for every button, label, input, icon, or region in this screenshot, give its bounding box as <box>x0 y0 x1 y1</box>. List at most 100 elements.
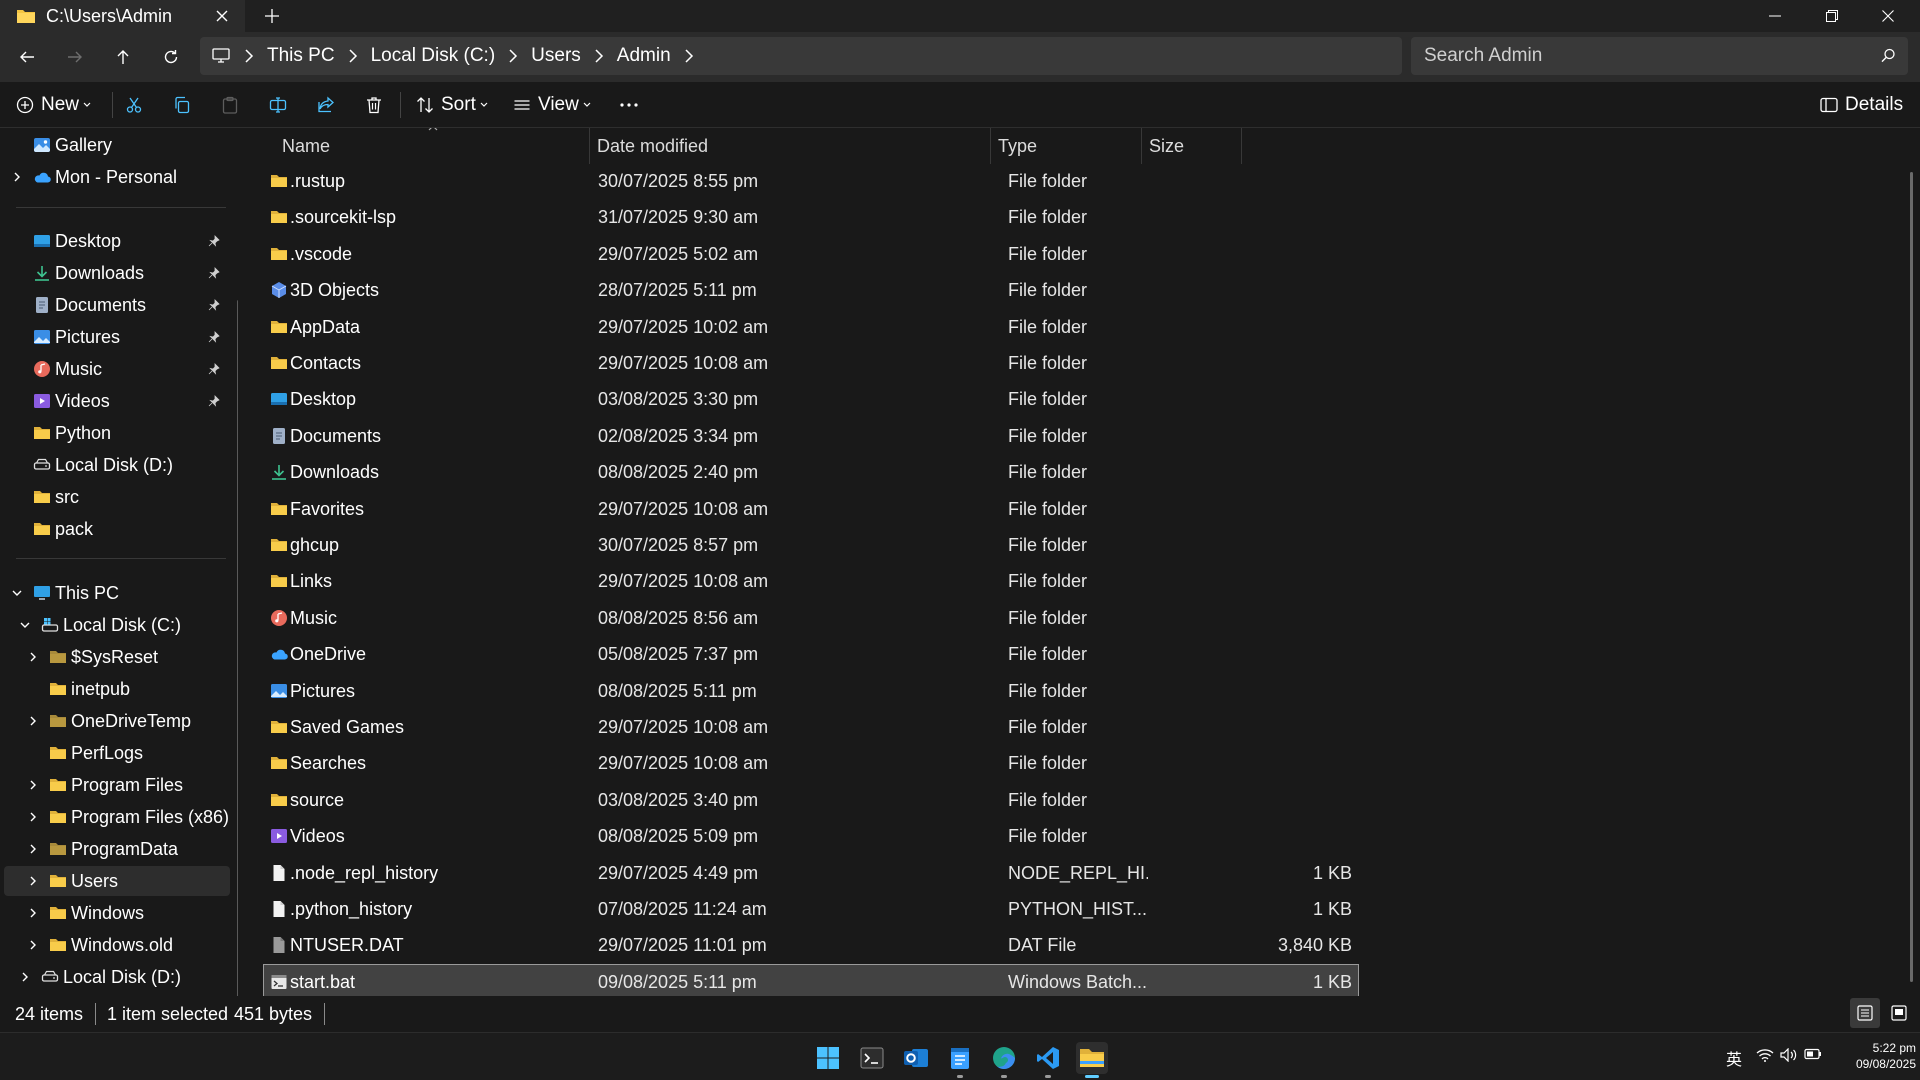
sidebar-item-programdata[interactable]: ProgramData <box>4 834 230 864</box>
sidebar-item-downloads[interactable]: Downloads <box>4 258 230 288</box>
search-input[interactable] <box>1424 45 1864 67</box>
chevron-right-icon[interactable] <box>506 49 520 63</box>
table-row[interactable]: .vscode 29/07/2025 5:02 am File folder <box>264 237 1358 271</box>
sidebar-item-pack[interactable]: pack <box>4 514 230 544</box>
share-button[interactable] <box>317 94 335 116</box>
copy-button[interactable] <box>173 94 191 116</box>
close-tab-icon[interactable] <box>213 7 231 25</box>
sort-button[interactable]: Sort <box>416 94 488 116</box>
table-row[interactable]: ghcup 30/07/2025 8:57 pm File folder <box>264 528 1358 562</box>
file-list-scrollbar[interactable] <box>1910 172 1913 982</box>
column-size[interactable]: Size <box>1143 128 1242 164</box>
up-button[interactable] <box>111 45 135 69</box>
details-pane-button[interactable]: Details <box>1820 94 1907 116</box>
volume-icon[interactable] <box>1780 1048 1798 1062</box>
column-date-modified[interactable]: Date modified <box>591 128 991 164</box>
sidebar-item-desktop[interactable]: Desktop <box>4 226 230 256</box>
start-button[interactable] <box>812 1042 844 1074</box>
table-row[interactable]: Searches 29/07/2025 10:08 am File folder <box>264 746 1358 780</box>
refresh-button[interactable] <box>159 45 183 69</box>
sidebar-item-users[interactable]: Users <box>4 866 230 896</box>
chevron-right-icon[interactable] <box>27 811 39 823</box>
table-row[interactable]: Links 29/07/2025 10:08 am File folder <box>264 564 1358 598</box>
address-bar[interactable]: This PC Local Disk (C:) Users Admin <box>200 37 1402 75</box>
file-list[interactable]: Name Date modified Type Size .rustup 30/0… <box>250 128 1920 996</box>
chevron-right-icon[interactable] <box>27 651 39 663</box>
close-window-button[interactable] <box>1866 4 1910 28</box>
table-row[interactable]: Documents 02/08/2025 3:34 pm File folder <box>264 419 1358 453</box>
table-row[interactable]: AppData 29/07/2025 10:02 am File folder <box>264 310 1358 344</box>
sidebar-item-perflogs[interactable]: PerfLogs <box>4 738 230 768</box>
restore-button[interactable] <box>1810 4 1854 28</box>
breadcrumb-admin[interactable]: Admin <box>617 45 671 67</box>
table-row[interactable]: .node_repl_history 29/07/2025 4:49 pm NODE… <box>264 856 1358 890</box>
pin-icon[interactable] <box>208 235 220 247</box>
table-row[interactable]: Saved Games 29/07/2025 10:08 am File folde… <box>264 710 1358 744</box>
chevron-right-icon[interactable] <box>592 49 606 63</box>
table-row[interactable]: .sourcekit-lsp 31/07/2025 9:30 am File fol… <box>264 200 1358 234</box>
delete-button[interactable] <box>365 94 383 116</box>
sidebar-item-documents[interactable]: Documents <box>4 290 230 320</box>
navigation-pane[interactable]: Gallery Mon - Personal Desktop Downloads… <box>0 128 238 996</box>
tab-admin[interactable]: C:\Users\Admin <box>0 0 245 32</box>
chevron-down-icon[interactable] <box>19 619 31 631</box>
sidebar-item-python[interactable]: Python <box>4 418 230 448</box>
column-type[interactable]: Type <box>992 128 1142 164</box>
pin-icon[interactable] <box>208 299 220 311</box>
table-row[interactable]: Videos 08/08/2025 5:09 pm File folder <box>264 819 1358 853</box>
sidebar-item-local-disk-d-quick[interactable]: Local Disk (D:) <box>4 450 230 480</box>
pin-icon[interactable] <box>208 363 220 375</box>
sidebar-item-program-files[interactable]: Program Files <box>4 770 230 800</box>
table-row[interactable]: start.bat 09/08/2025 5:11 pm Windows Batch… <box>263 964 1359 996</box>
details-view-button[interactable] <box>1850 998 1880 1028</box>
notepad-app-icon[interactable] <box>944 1042 976 1078</box>
table-row[interactable]: OneDrive 05/08/2025 7:37 pm File folder <box>264 637 1358 671</box>
battery-icon[interactable] <box>1804 1048 1822 1060</box>
pin-icon[interactable] <box>208 331 220 343</box>
table-row[interactable]: .rustup 30/07/2025 8:55 pm File folder <box>264 164 1358 198</box>
rename-button[interactable] <box>269 94 287 116</box>
table-row[interactable]: NTUSER.DAT 29/07/2025 11:01 pm DAT File 3,8… <box>264 928 1358 962</box>
sidebar-item-this-pc[interactable]: This PC <box>4 578 230 608</box>
table-row[interactable]: 3D Objects 28/07/2025 5:11 pm File folder <box>264 273 1358 307</box>
breadcrumb-local-disk-c[interactable]: Local Disk (C:) <box>371 45 496 67</box>
table-row[interactable]: Favorites 29/07/2025 10:08 am File folder <box>264 492 1358 526</box>
new-button[interactable]: New <box>16 94 91 116</box>
file-explorer-app-icon[interactable] <box>1076 1042 1108 1078</box>
breadcrumb-this-pc[interactable]: This PC <box>267 45 335 67</box>
table-row[interactable]: Music 08/08/2025 8:56 am File folder <box>264 601 1358 635</box>
chevron-right-icon[interactable] <box>27 779 39 791</box>
input-method-indicator[interactable]: 英 <box>1726 1046 1742 1070</box>
chevron-right-icon[interactable] <box>682 49 696 63</box>
pin-icon[interactable] <box>208 395 220 407</box>
chevron-right-icon[interactable] <box>11 171 23 183</box>
table-row[interactable]: source 03/08/2025 3:40 pm File folder <box>264 783 1358 817</box>
sidebar-item-sysreset[interactable]: $SysReset <box>4 642 230 672</box>
sidebar-item-program-files-x86[interactable]: Program Files (x86) <box>4 802 230 832</box>
clock[interactable]: 5:22 pm 09/08/2025 <box>1830 1040 1916 1072</box>
search-icon[interactable] <box>1881 48 1896 63</box>
chevron-right-icon[interactable] <box>19 971 31 983</box>
sidebar-item-local-disk-d[interactable]: Local Disk (D:) <box>4 962 230 992</box>
cut-button[interactable] <box>125 94 143 116</box>
chevron-right-icon[interactable] <box>27 875 39 887</box>
sidebar-item-onedrivetemp[interactable]: OneDriveTemp <box>4 706 230 736</box>
view-button[interactable]: View <box>513 94 591 116</box>
chevron-right-icon[interactable] <box>27 939 39 951</box>
forward-button[interactable] <box>63 45 87 69</box>
sidebar-item-local-disk-c[interactable]: Local Disk (C:) <box>4 610 230 640</box>
chevron-down-icon[interactable] <box>11 587 23 599</box>
sidebar-item-onedrive-personal[interactable]: Mon - Personal <box>4 162 230 192</box>
wifi-icon[interactable] <box>1756 1048 1774 1062</box>
sidebar-item-videos[interactable]: Videos <box>4 386 230 416</box>
sidebar-item-music[interactable]: Music <box>4 354 230 384</box>
chevron-right-icon[interactable] <box>27 715 39 727</box>
minimize-button[interactable] <box>1753 4 1797 28</box>
sidebar-scrollbar[interactable] <box>237 300 238 996</box>
sidebar-item-pictures[interactable]: Pictures <box>4 322 230 352</box>
sidebar-item-windows-old[interactable]: Windows.old <box>4 930 230 960</box>
outlook-app-icon[interactable] <box>900 1042 932 1074</box>
table-row[interactable]: Contacts 29/07/2025 10:08 am File folder <box>264 346 1358 380</box>
table-row[interactable]: Pictures 08/08/2025 5:11 pm File folder <box>264 674 1358 708</box>
chevron-right-icon[interactable] <box>27 843 39 855</box>
